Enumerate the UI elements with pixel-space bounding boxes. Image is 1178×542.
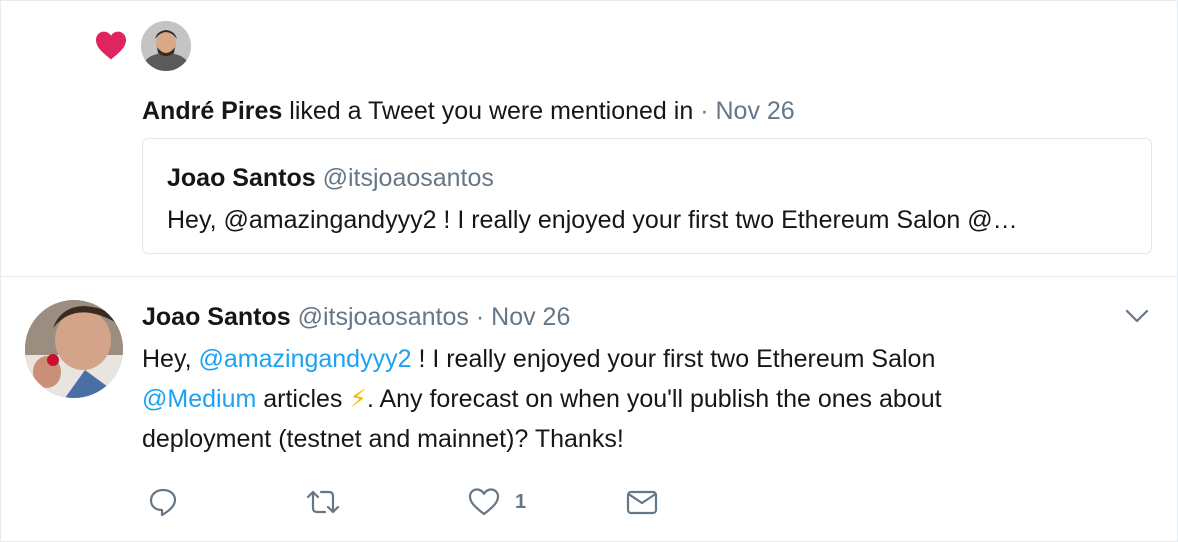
text-segment: Hey, (142, 345, 199, 373)
divider (0, 276, 1178, 277)
mention-link[interactable]: @Medium (142, 385, 256, 413)
like-icon (468, 488, 500, 516)
author-name[interactable]: Joao Santos (142, 303, 291, 331)
liker-name[interactable]: André Pires (142, 97, 282, 125)
quoted-author: Joao Santos @itsjoaosantos (167, 161, 494, 195)
reply-button[interactable] (147, 484, 179, 520)
quoted-tweet-text: Hey, @amazingandyyy2 ! I really enjoyed … (167, 206, 1018, 234)
chevron-down-icon[interactable] (1124, 306, 1150, 326)
quoted-author-handle: @itsjoaosantos (322, 164, 494, 192)
separator-dot: · (475, 303, 485, 331)
notification-date[interactable]: Nov 26 (715, 97, 794, 125)
heart-icon (96, 31, 126, 60)
like-button[interactable]: 1 (467, 484, 526, 520)
direct-message-button[interactable] (625, 484, 659, 520)
like-notification[interactable]: André Pires liked a Tweet you were menti… (0, 0, 1178, 276)
text-segment: . Any forecast on when you'll publish th… (366, 385, 942, 413)
tweet-line-2: @Medium articles ⚡. Any forecast on when… (142, 379, 1132, 419)
retweet-icon (306, 490, 340, 514)
lightning-emoji: ⚡ (349, 385, 367, 413)
quoted-tweet-card[interactable]: Joao Santos @itsjoaosantos Hey, @amazing… (142, 138, 1152, 254)
tweet-header: Joao Santos @itsjoaosantos · Nov 26 (142, 300, 570, 334)
avatar-image (141, 21, 191, 71)
action-text: liked a Tweet you were mentioned in (289, 97, 694, 125)
retweet-button[interactable] (305, 484, 341, 520)
tweet-date[interactable]: Nov 26 (491, 303, 570, 331)
mention-link[interactable]: @amazingandyyy2 (199, 345, 412, 373)
reply-icon (149, 488, 177, 517)
direct-message-icon (626, 490, 658, 515)
avatar-image (25, 300, 123, 398)
tweet-text: Hey, @amazingandyyy2 ! I really enjoyed … (142, 339, 1132, 459)
tweet-line-3: deployment (testnet and mainnet)? Thanks… (142, 425, 624, 453)
separator-dot: · (700, 97, 709, 125)
like-count: 1 (515, 490, 527, 513)
author-avatar[interactable] (25, 300, 123, 398)
notification-text: André Pires liked a Tweet you were menti… (142, 94, 795, 128)
text-segment: ! I really enjoyed your first two Ethere… (411, 345, 936, 373)
tweet-actions: 1 (142, 484, 702, 520)
quoted-author-name: Joao Santos (167, 164, 316, 192)
text-segment: articles (256, 385, 350, 413)
liker-avatar[interactable] (141, 21, 191, 71)
tweet-line-1: Hey, @amazingandyyy2 ! I really enjoyed … (142, 339, 1132, 379)
author-handle[interactable]: @itsjoaosantos (298, 303, 469, 331)
